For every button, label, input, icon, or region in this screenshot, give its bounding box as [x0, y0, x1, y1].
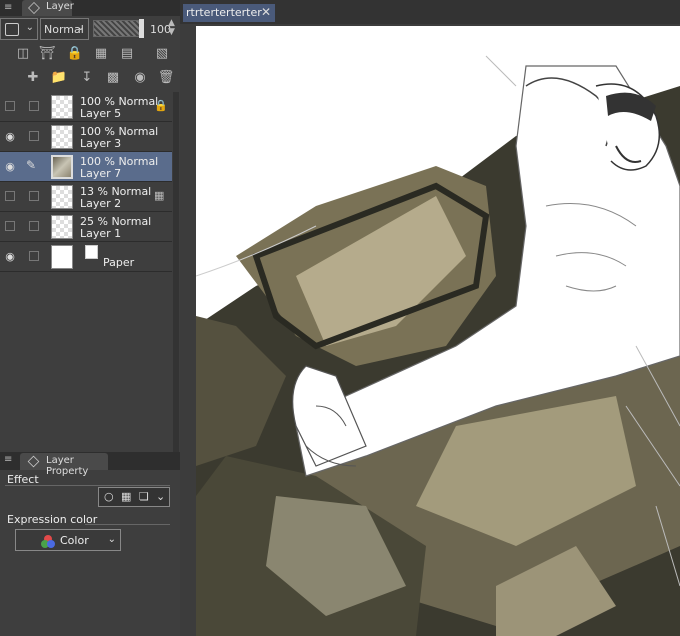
create-mask-icon[interactable]: ◉	[131, 69, 149, 87]
layer-property-icon	[27, 455, 40, 468]
opacity-spinner-icon[interactable]: ▲ ▼	[168, 19, 175, 37]
ruler-display-icon[interactable]: ▧	[153, 45, 171, 63]
layer-name: Layer 1	[80, 227, 122, 240]
clip-layer-icon[interactable]: ◫	[14, 45, 32, 63]
layer-color-swatch[interactable]: ⌄	[0, 18, 38, 40]
layer-lock-toggle[interactable]	[29, 221, 39, 231]
lock-transparency-icon: ▦	[154, 189, 165, 202]
mask-enable-icon[interactable]: ▤	[118, 45, 136, 63]
visibility-toggle[interactable]	[5, 191, 15, 201]
tab-layer-property[interactable]: Layer Property	[20, 453, 108, 477]
layer-panel-header: ≡ Layer	[0, 0, 180, 16]
visibility-toggle[interactable]	[5, 221, 15, 231]
layer-row[interactable]: 25 % Normal Layer 1	[0, 212, 172, 242]
transfer-to-lower-icon[interactable]: ↧	[78, 69, 96, 87]
layer-thumbnail	[51, 155, 73, 179]
layer-lock-toggle[interactable]	[29, 101, 39, 111]
artwork	[196, 26, 680, 636]
drawing-canvas[interactable]	[196, 26, 680, 636]
tab-layer[interactable]: Layer	[22, 0, 74, 16]
layer-lock-toggle[interactable]	[29, 131, 39, 141]
layer-toolbar-top: ◫ ⛩ 🔒 ▦ ▤ ▧	[0, 42, 180, 68]
lock-icon: 🔒	[154, 99, 168, 112]
layer-thumbnail	[51, 185, 73, 209]
layer-color-effect-icon[interactable]: ❏	[139, 490, 149, 503]
combine-layer-icon[interactable]: ▩	[104, 69, 122, 87]
eye-icon[interactable]: ◉	[3, 250, 17, 263]
panel-gutter	[180, 0, 196, 636]
effect-selector[interactable]: ○ ▦ ❏ ⌄	[98, 487, 170, 507]
layer-lock-toggle[interactable]	[29, 191, 39, 201]
chevron-down-icon: ⌄	[25, 22, 34, 33]
tab-layer-label: Layer	[46, 1, 74, 12]
tone-effect-icon[interactable]: ▦	[121, 490, 131, 503]
opacity-slider-knob[interactable]	[139, 19, 144, 38]
close-icon[interactable]: ✕	[261, 5, 271, 19]
pen-icon: ✎	[26, 158, 37, 172]
delete-layer-icon[interactable]: 🗑	[157, 69, 175, 87]
divider	[85, 524, 170, 525]
panel-menu-icon[interactable]: ≡	[4, 2, 12, 13]
layer-row-selected[interactable]: ◉ ✎ 100 % Normal Layer 7	[0, 152, 172, 182]
color-icon	[41, 535, 55, 548]
layer-thumbnail	[51, 245, 73, 269]
tab-layer-property-label: Layer Property	[46, 455, 89, 477]
layer-thumbnail	[51, 215, 73, 239]
chevron-down-icon: ⌄	[107, 534, 116, 545]
eye-icon[interactable]: ◉	[3, 130, 17, 143]
document-tab[interactable]: rtrterterterter ✕	[183, 4, 275, 22]
divider	[5, 485, 170, 486]
layer-options-row: ⌄ Normal ⌄ 100 ▲ ▼	[0, 17, 180, 41]
layer-name: Paper	[103, 256, 135, 269]
layer-thumbnail	[51, 125, 73, 149]
layer-list: 100 % Normal Layer 5 🔒 ◉ 100 % Normal La…	[0, 92, 180, 272]
expression-color-select[interactable]: Color ⌄	[15, 529, 121, 551]
layer-row-paper[interactable]: ◉ Paper	[0, 242, 172, 272]
layer-property-header: ≡ Layer Property	[0, 452, 180, 477]
expression-color-value: Color	[60, 534, 89, 547]
layer-name: Layer 5	[80, 107, 122, 120]
lock-icon[interactable]: 🔒	[66, 45, 84, 63]
new-folder-icon[interactable]: 📁	[50, 69, 68, 87]
expression-color-label: Expression color	[7, 513, 98, 526]
panel-menu-icon[interactable]: ≡	[4, 454, 12, 465]
layer-lock-toggle[interactable]	[29, 251, 39, 261]
layer-thumbnail	[51, 95, 73, 119]
layer-toolbar-bottom: ✚ 📁 ↧ ▩ ◉ 🗑	[0, 66, 180, 90]
chevron-down-icon[interactable]: ⌄	[156, 490, 165, 503]
layer-row[interactable]: 100 % Normal Layer 5 🔒	[0, 92, 172, 122]
new-raster-layer-icon[interactable]: ✚	[24, 69, 42, 87]
layer-panel: ≡ Layer ⌄ Normal ⌄ 100 ▲ ▼ ◫ ⛩ 🔒 ▦ ▤ ▧ ✚ …	[0, 0, 180, 636]
paper-icon	[85, 245, 98, 259]
layer-name: Layer 2	[80, 197, 122, 210]
blend-mode-select[interactable]: Normal ⌄	[40, 18, 89, 40]
lock-transparency-icon[interactable]: ▦	[92, 45, 110, 63]
reference-layer-icon[interactable]: ⛩	[38, 45, 56, 63]
layer-row[interactable]: ◉ 100 % Normal Layer 3	[0, 122, 172, 152]
layer-name: Layer 7	[80, 167, 122, 180]
layer-icon	[28, 2, 40, 14]
visibility-toggle[interactable]	[5, 101, 15, 111]
layer-name: Layer 3	[80, 137, 122, 150]
layer-list-scrollbar[interactable]	[173, 92, 179, 452]
chevron-down-icon: ⌄	[76, 22, 85, 33]
border-effect-icon[interactable]: ○	[104, 490, 114, 503]
eye-icon[interactable]: ◉	[3, 160, 17, 173]
layer-row[interactable]: 13 % Normal Layer 2 ▦	[0, 182, 172, 212]
swatch-square-icon	[5, 23, 19, 36]
document-tab-label: rtrterterterter	[186, 6, 262, 19]
opacity-slider[interactable]	[93, 19, 144, 38]
